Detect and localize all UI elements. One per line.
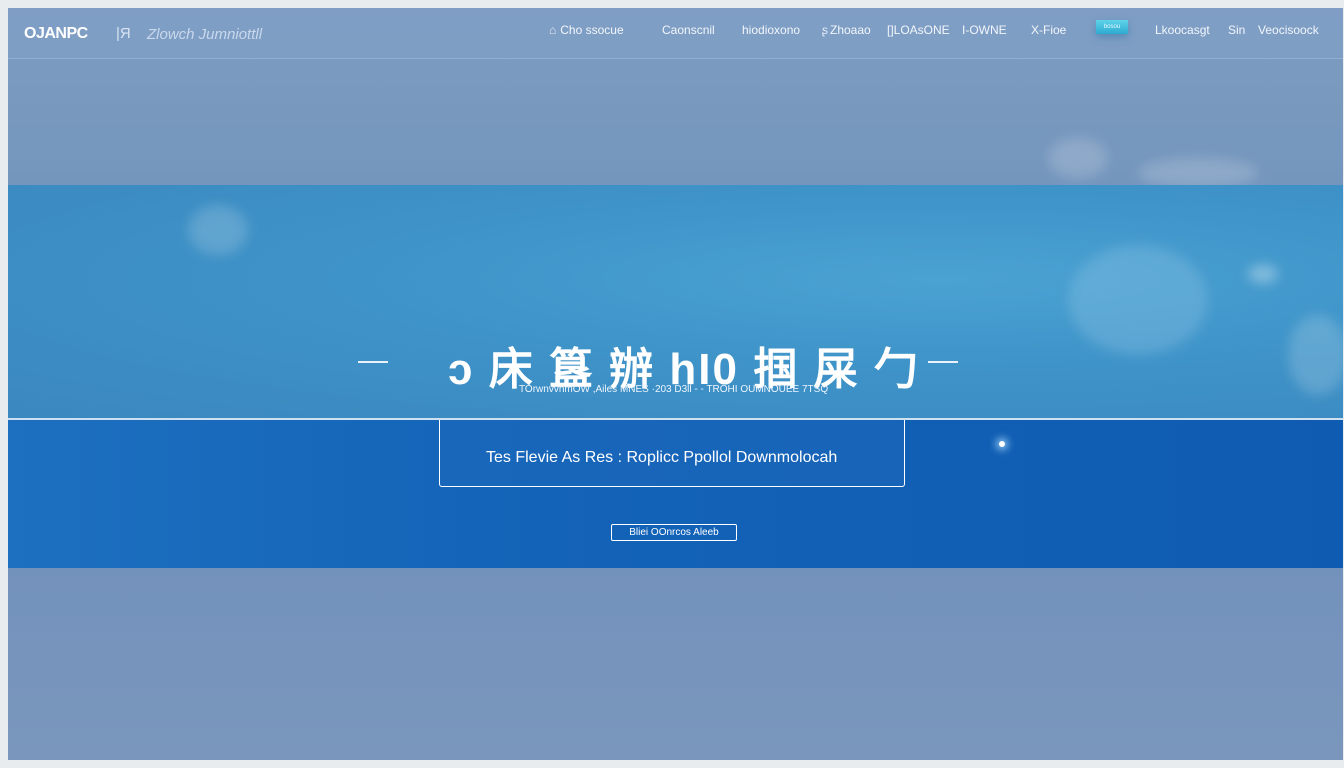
band-button[interactable]: Bliei OOnrcos Aleeb bbox=[611, 524, 737, 541]
bokeh-decoration bbox=[1068, 245, 1208, 355]
nav-item-6[interactable]: I-OWNE bbox=[962, 23, 1007, 37]
nav-item-7[interactable]: X-Fioe bbox=[1031, 23, 1066, 37]
nav-item-sign[interactable]: Sin bbox=[1228, 23, 1245, 37]
title-dash-left bbox=[358, 361, 388, 363]
nav-item-home[interactable]: ⌂ Cho ssocue bbox=[549, 23, 624, 37]
nav-item-last[interactable]: Veocisoock bbox=[1258, 23, 1319, 37]
bokeh-decoration bbox=[1138, 158, 1258, 188]
title-dash-right bbox=[928, 361, 958, 363]
bokeh-decoration bbox=[1248, 265, 1278, 283]
logo-separator: |Я bbox=[116, 25, 131, 42]
logo-subtitle: Zlowch Jumniottll bbox=[147, 26, 263, 43]
user-icon: ʂ bbox=[822, 23, 828, 37]
page-frame: OJANPC |Я Zlowch Jumniottll ⌂ Cho ssocue … bbox=[8, 8, 1343, 760]
site-header: OJANPC |Я Zlowch Jumniottll ⌂ Cho ssocue … bbox=[8, 8, 1343, 59]
bokeh-decoration bbox=[1288, 315, 1343, 395]
nav-item-login[interactable]: Lkoocasgt bbox=[1155, 23, 1210, 37]
home-icon: ⌂ bbox=[549, 23, 557, 37]
hero-subtitle: TOrwnvvnmOW ,Ailes MNES ·203 D3ll - - TR… bbox=[519, 384, 829, 395]
nav-item-2[interactable]: Caonscnil bbox=[662, 23, 715, 37]
bottom-background bbox=[8, 568, 1343, 760]
nav-item-3[interactable]: hiodioxono bbox=[742, 23, 800, 37]
search-box[interactable]: Tes Flevie As Res : Roplicc Ppollol Down… bbox=[439, 420, 905, 487]
nav-item-4[interactable]: ʂ Zhoaao bbox=[822, 23, 871, 37]
bokeh-decoration bbox=[188, 205, 248, 255]
search-text: Tes Flevie As Res : Roplicc Ppollol Down… bbox=[486, 449, 838, 466]
bokeh-decoration bbox=[1048, 138, 1108, 178]
glow-dot bbox=[999, 441, 1005, 447]
nav-accent-button[interactable]: bosou bbox=[1096, 20, 1128, 34]
site-logo[interactable]: OJANPC bbox=[24, 25, 88, 43]
nav-item-5[interactable]: []LOAsONE bbox=[887, 23, 950, 37]
